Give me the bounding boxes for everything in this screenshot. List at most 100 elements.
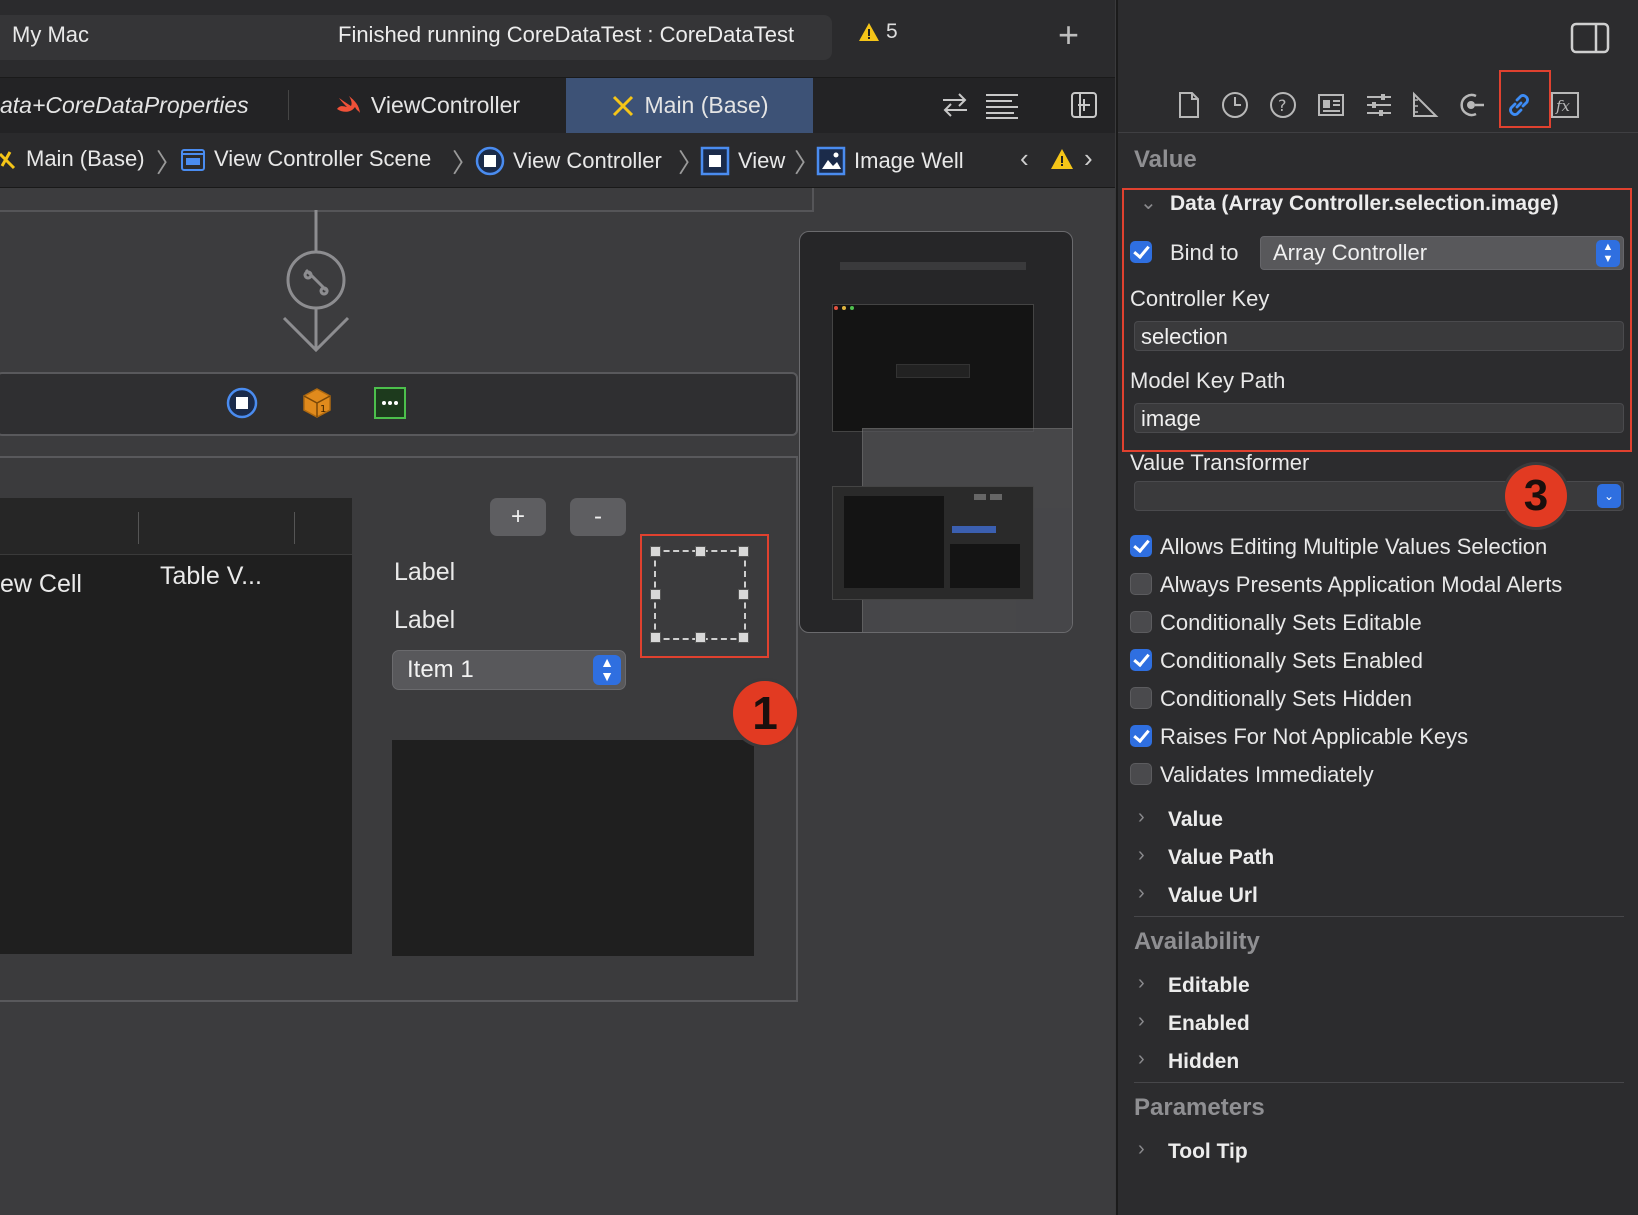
highlight-box	[1499, 70, 1551, 128]
breadcrumb-image-well[interactable]: Image Well	[816, 146, 964, 176]
warning-indicator[interactable]: 5	[858, 20, 898, 44]
warning-icon[interactable]	[1050, 148, 1074, 170]
option-label: Conditionally Sets Editable	[1160, 610, 1422, 635]
clock-icon	[1222, 92, 1248, 118]
image-well-icon	[816, 146, 846, 176]
add-editor-icon[interactable]	[1070, 91, 1098, 119]
image-well[interactable]	[650, 546, 749, 643]
size-inspector-tab[interactable]	[1408, 88, 1442, 122]
chevron-right-icon[interactable]: ›	[1138, 1138, 1145, 1161]
option-label: Validates Immediately	[1160, 762, 1374, 787]
option-checkbox[interactable]	[1130, 725, 1152, 747]
controller-key-field[interactable]: selection	[1134, 321, 1624, 351]
file-inspector-tab[interactable]	[1172, 88, 1206, 122]
chevron-right-icon[interactable]: ›	[1138, 806, 1145, 829]
help-inspector-tab[interactable]: ?	[1266, 88, 1300, 122]
canvas-minimap[interactable]	[799, 231, 1073, 633]
breadcrumb-label: View Controller	[513, 148, 662, 173]
toggle-inspector-icon[interactable]	[1570, 22, 1610, 54]
option-checkbox[interactable]	[1130, 649, 1152, 671]
warning-count: 5	[886, 20, 898, 43]
option-label: Conditionally Sets Enabled	[1160, 648, 1423, 673]
inspector-tabs: ? fx	[1118, 70, 1638, 133]
scene-dock: 1	[0, 372, 798, 436]
disclosure-open-icon[interactable]: ⌄	[1140, 190, 1157, 215]
view-controller-icon	[475, 146, 505, 176]
popup-value: Item 1	[407, 656, 474, 683]
binding-item[interactable]: Tool Tip	[1168, 1140, 1248, 1164]
controller-key-label: Controller Key	[1130, 286, 1270, 311]
chevron-right-icon[interactable]: ›	[1138, 1048, 1145, 1071]
tab-label: ViewController	[370, 92, 521, 118]
connections-inspector-tab[interactable]	[1454, 88, 1488, 122]
bind-to-value: Array Controller	[1273, 240, 1428, 265]
breadcrumb-scene[interactable]: View Controller Scene	[180, 146, 431, 172]
chevron-right-icon[interactable]: ›	[1138, 882, 1145, 905]
array-controller-icon[interactable]	[374, 387, 406, 419]
breadcrumb-label: View	[738, 148, 786, 173]
bind-to-checkbox[interactable]	[1130, 241, 1152, 263]
binding-item[interactable]: Value Url	[1168, 884, 1258, 908]
binding-item[interactable]: Hidden	[1168, 1050, 1239, 1074]
sliders-icon	[1367, 94, 1391, 116]
storyboard-icon	[0, 151, 16, 170]
breadcrumb-view[interactable]: View	[700, 146, 785, 176]
table-header	[0, 498, 352, 555]
add-button[interactable]: +	[490, 498, 546, 536]
chevron-right-icon[interactable]: ›	[1138, 844, 1145, 867]
effects-inspector-tab[interactable]: fx	[1548, 88, 1582, 122]
warning-icon	[859, 23, 879, 41]
option-checkbox[interactable]	[1130, 611, 1152, 633]
breadcrumb-label: View Controller Scene	[214, 146, 432, 171]
identity-icon	[1318, 94, 1344, 116]
breadcrumb-main[interactable]: Main (Base)	[0, 146, 145, 172]
attributes-inspector-tab[interactable]	[1362, 88, 1396, 122]
add-library-button[interactable]: +	[1058, 14, 1079, 56]
inspector-panel: ? fx Value ⌄ Data (Array Controller.sele…	[1116, 0, 1638, 1215]
binding-item[interactable]: Enabled	[1168, 1012, 1250, 1036]
run-status-text: Finished running CoreDataTest : CoreData…	[338, 22, 795, 47]
option-checkbox[interactable]	[1130, 535, 1152, 557]
binding-item[interactable]: Editable	[1168, 974, 1250, 998]
chevron-right-icon[interactable]: ›	[1138, 972, 1145, 995]
chevron-right-icon[interactable]: ›	[1138, 1010, 1145, 1033]
next-issue-icon[interactable]: ›	[1084, 143, 1093, 174]
table-cell[interactable]: Table V...	[160, 562, 262, 591]
chevron-down-icon: ⌄	[1597, 484, 1621, 508]
view-controller-icon[interactable]	[226, 387, 258, 419]
option-checkbox[interactable]	[1130, 687, 1152, 709]
toolbar: My Mac Finished running CoreDataTest : C…	[0, 0, 1115, 77]
history-inspector-tab[interactable]	[1218, 88, 1252, 122]
tab-viewcontroller[interactable]: ViewController	[290, 78, 565, 133]
popup-button[interactable]: Item 1 ▲ ▼	[392, 650, 626, 690]
segue-arrow[interactable]	[280, 210, 352, 360]
first-responder-icon[interactable]: 1	[301, 387, 333, 419]
breadcrumb-view-controller[interactable]: View Controller	[475, 146, 662, 176]
identity-inspector-tab[interactable]	[1314, 88, 1348, 122]
option-label: Conditionally Sets Hidden	[1160, 686, 1412, 711]
step-badge-1: 1	[733, 681, 797, 745]
label-field[interactable]: Label	[394, 606, 455, 635]
tab-label: ata+CoreDataProperties	[0, 92, 249, 118]
swap-editor-icon[interactable]	[940, 91, 970, 119]
binding-item[interactable]: Value Path	[1168, 846, 1274, 870]
run-destination[interactable]: My Mac	[12, 22, 89, 48]
text-view[interactable]	[392, 740, 754, 956]
table-cell[interactable]: ew Cell	[0, 570, 82, 599]
option-label: Allows Editing Multiple Values Selection	[1160, 534, 1548, 559]
tab-main-storyboard[interactable]: Main (Base)	[566, 78, 813, 133]
label-field[interactable]: Label	[394, 558, 455, 587]
option-checkbox[interactable]	[1130, 573, 1152, 595]
remove-button[interactable]: -	[570, 498, 626, 536]
previous-issue-icon[interactable]: ‹	[1020, 143, 1029, 174]
model-key-path-field[interactable]: image	[1134, 403, 1624, 433]
window-controller-frame	[0, 188, 814, 212]
step-badge-3: 3	[1505, 465, 1567, 527]
editor-options-icon[interactable]	[984, 91, 1020, 119]
data-binding-header[interactable]: Data (Array Controller.selection.image)	[1170, 192, 1559, 216]
option-checkbox[interactable]	[1130, 763, 1152, 785]
editor-tab-bar: ata+CoreDataProperties ViewController Ma…	[0, 77, 1115, 134]
binding-item[interactable]: Value	[1168, 808, 1223, 832]
bind-to-popup[interactable]: Array Controller ▲ ▼	[1260, 236, 1624, 270]
tab-coredata-properties[interactable]: ata+CoreDataProperties	[0, 78, 285, 133]
